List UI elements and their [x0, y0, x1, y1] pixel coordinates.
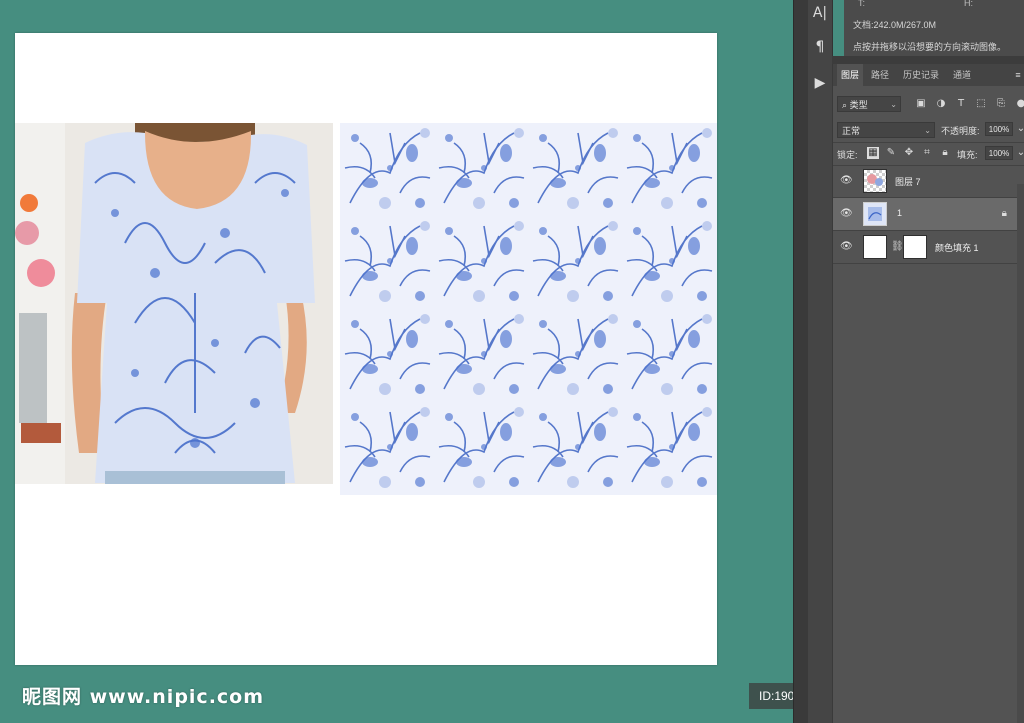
lock-transparent-icon[interactable]: ▦ [867, 147, 879, 159]
layer-row[interactable]: 👁︎ 图层 7 [833, 165, 1017, 197]
filter-toggle-icon[interactable]: ● [1015, 98, 1024, 110]
eye-icon[interactable]: 👁︎ [840, 209, 853, 219]
floral-pattern-swatch [340, 123, 717, 495]
tab-channels[interactable]: 通道 [949, 64, 975, 86]
lock-icon: 🔒︎ [1001, 208, 1007, 219]
tab-paths[interactable]: 路径 [867, 64, 893, 86]
divider [833, 142, 1024, 143]
scroll-hint-info: 点按并拖移以沿想要的方向滚动图像。 [853, 42, 1007, 52]
panel-header-bar: « ✕ [832, 56, 1024, 123]
search-icon: ⌕ [842, 100, 848, 110]
lock-artboard-icon[interactable]: ⌗ [921, 147, 933, 159]
layer-mask-thumbnail [903, 235, 927, 259]
info-panel: T: H: 文档:242.0M/267.0M 点按并拖移以沿想要的方向滚动图像。 [844, 0, 1024, 56]
layer-thumbnail-art [868, 207, 882, 221]
filter-kind-label: 类型 [849, 100, 868, 110]
fill-input[interactable]: 100% [985, 146, 1013, 160]
layer-name[interactable]: 图层 7 [895, 175, 921, 188]
chain-icon[interactable]: ⛓︎ [891, 241, 904, 252]
lock-all-icon[interactable]: 🔒︎ [939, 147, 951, 159]
document-canvas[interactable] [15, 33, 717, 665]
fill-layer-thumbnail [863, 235, 887, 259]
chevron-down-icon[interactable]: ⌄ [1015, 123, 1024, 135]
layer-name[interactable]: 1 [897, 208, 902, 218]
layer-thumbnail-art [867, 174, 883, 186]
layer-row-selected[interactable]: 👁︎ 1 🔒︎ [833, 198, 1017, 230]
tab-layers[interactable]: 图层 [837, 64, 863, 86]
collapsed-panel-toolbar: A| ¶ ▶ [808, 0, 833, 723]
shape-filter-icon[interactable]: ⬚ [975, 98, 987, 110]
blend-mode-select[interactable]: 正常 ⌄ [837, 122, 935, 138]
divider [833, 263, 1024, 264]
panel-tabs: 图层 路径 历史记录 通道 ≡ [833, 64, 1024, 86]
eye-icon[interactable]: 👁︎ [840, 176, 853, 186]
play-icon[interactable]: ▶ [812, 74, 828, 92]
layer-name[interactable]: 颜色填充 1 [935, 241, 979, 254]
panel-menu-icon[interactable]: ≡ [1013, 64, 1023, 86]
lock-position-icon[interactable]: ✥ [903, 147, 915, 159]
chevron-down-icon: ⌄ [890, 100, 897, 109]
pixel-filter-icon[interactable]: ▣ [915, 98, 927, 110]
lock-paint-icon[interactable]: ✎ [885, 147, 897, 159]
layer-filter-row: ⌕ 类型 ⌄ ▣ ◑ T ⬚ ⎘ ● [833, 92, 1024, 114]
layers-panel: 图层 路径 历史记录 通道 ≡ ⌕ 类型 ⌄ ▣ ◑ T ⬚ ⎘ ● 正常 ⌄ … [832, 64, 1024, 723]
type-filter-icon[interactable]: T [955, 98, 967, 110]
canvas-area[interactable] [0, 0, 793, 723]
nipic-logo-watermark: 昵图网 www.nipic.com [22, 686, 265, 708]
layer-row[interactable]: 👁︎ ⛓︎ 颜色填充 1 [833, 231, 1017, 263]
info-top-fragment-h: H: [964, 0, 973, 8]
chevron-down-icon[interactable]: ⌄ [1015, 147, 1024, 159]
chevron-down-icon: ⌄ [924, 126, 931, 135]
blend-mode-label: 正常 [842, 126, 861, 136]
eye-icon[interactable]: 👁︎ [840, 242, 853, 252]
panel-dock-edge [793, 0, 809, 723]
lock-label: 锁定: [837, 150, 858, 160]
smart-object-filter-icon[interactable]: ⎘ [995, 98, 1007, 110]
opacity-input[interactable]: 100% [985, 122, 1013, 136]
layer-thumbnail [863, 202, 887, 226]
tab-history[interactable]: 历史记录 [899, 64, 943, 86]
opacity-label: 不透明度: [941, 126, 980, 136]
layers-scrollbar[interactable] [1017, 184, 1024, 723]
info-top-fragment-t: T: [858, 0, 866, 8]
document-size-info: 文档:242.0M/267.0M [853, 20, 937, 30]
blouse-illustration [15, 123, 333, 484]
text-tool-icon[interactable]: A| [812, 4, 828, 22]
filter-kind-select[interactable]: ⌕ 类型 ⌄ [837, 96, 901, 112]
blouse-photo [15, 123, 333, 484]
fill-label: 填充: [957, 150, 978, 160]
paragraph-icon[interactable]: ¶ [812, 38, 828, 56]
layer-thumbnail [863, 169, 887, 193]
adjustment-filter-icon[interactable]: ◑ [935, 98, 947, 110]
floral-pattern-illustration [340, 123, 717, 495]
